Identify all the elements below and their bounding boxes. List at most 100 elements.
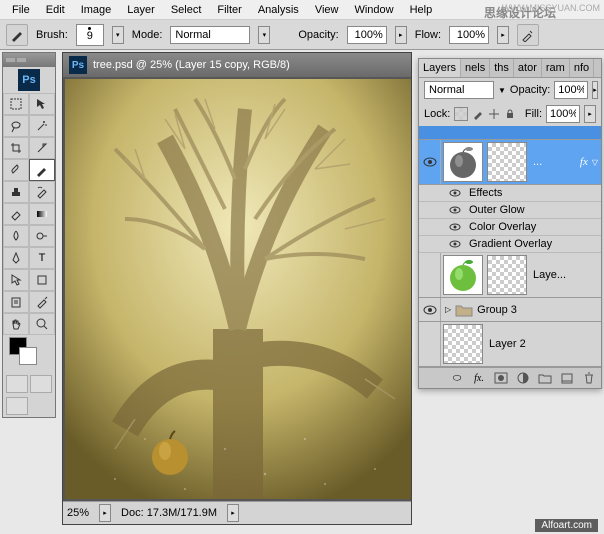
zoom-tool-icon[interactable] [29,313,55,335]
menu-view[interactable]: View [307,2,347,17]
zoom-level[interactable]: 25% [67,507,89,519]
menu-help[interactable]: Help [402,2,441,17]
slice-tool-icon[interactable] [29,137,55,159]
brush-preset[interactable]: 9 [76,24,104,46]
group-name[interactable]: Group 3 [477,304,517,316]
airbrush-icon[interactable] [517,24,539,46]
notes-tool-icon[interactable] [3,291,29,313]
layer-opacity-input[interactable] [554,81,588,99]
visibility-icon[interactable] [419,140,441,184]
layer-row[interactable]: Laye... [419,253,601,298]
eyedropper-tool-icon[interactable] [29,291,55,313]
layer-mask-thumb[interactable] [487,142,527,182]
docinfo-flyout[interactable]: ▸ [227,504,239,522]
tab-paths[interactable]: ths [490,59,514,77]
dodge-tool-icon[interactable] [29,225,55,247]
mode-dropdown[interactable]: ▾ [258,26,270,44]
background-color[interactable] [19,347,37,365]
tab-navigator[interactable]: ator [514,59,542,77]
delete-layer-icon[interactable] [579,370,599,386]
layer-style-icon[interactable]: fx. [469,370,489,386]
document-titlebar[interactable]: Ps tree.psd @ 25% (Layer 15 copy, RGB/8) [63,53,411,77]
standard-mode-icon[interactable] [6,375,28,393]
eraser-tool-icon[interactable] [3,203,29,225]
visibility-icon[interactable] [419,298,441,321]
lock-pixels-icon[interactable] [472,108,484,120]
layer-opacity-fly[interactable]: ▸ [592,81,598,99]
color-swatches[interactable] [3,335,55,373]
layer-group-row[interactable]: ▷ Group 3 [419,298,601,322]
history-brush-icon[interactable] [29,181,55,203]
flow-input[interactable] [449,26,489,44]
canvas-artwork [65,79,411,499]
layer-name[interactable]: Layer 2 [489,338,526,350]
menu-layer[interactable]: Layer [119,2,163,17]
new-group-icon[interactable] [535,370,555,386]
hand-tool-icon[interactable] [3,313,29,335]
menu-analysis[interactable]: Analysis [250,2,307,17]
layer-row[interactable]: Layer 2 [419,322,601,367]
fx-color-overlay[interactable]: Color Overlay [419,219,601,236]
quickmask-mode-icon[interactable] [30,375,52,393]
link-layers-icon[interactable]: ⬭ [447,370,467,386]
brush-tool-icon[interactable] [29,159,55,181]
opacity-input[interactable] [347,26,387,44]
layer-name[interactable]: Laye... [533,269,566,281]
lock-all-icon[interactable] [504,108,516,120]
menu-edit[interactable]: Edit [38,2,73,17]
marquee-tool-icon[interactable] [3,93,29,115]
layer-row[interactable] [419,126,601,140]
screenmode-icon[interactable] [6,397,28,415]
tab-histogram[interactable]: ram [542,59,570,77]
adjustment-layer-icon[interactable] [513,370,533,386]
fx-effects-header[interactable]: Effects [419,185,601,202]
tab-layers[interactable]: Layers [419,59,461,77]
menu-select[interactable]: Select [163,2,210,17]
layer-row-selected[interactable]: ... fx ▽ [419,140,601,185]
gradient-tool-icon[interactable] [29,203,55,225]
fx-outer-glow[interactable]: Outer Glow [419,202,601,219]
pen-tool-icon[interactable] [3,247,29,269]
blur-tool-icon[interactable] [3,225,29,247]
menu-image[interactable]: Image [73,2,120,17]
layer-blend-select[interactable]: Normal [424,81,494,99]
tab-channels[interactable]: nels [461,59,490,77]
zoom-flyout[interactable]: ▸ [99,504,111,522]
canvas-area[interactable] [63,77,411,501]
fx-gradient-overlay[interactable]: Gradient Overlay [419,236,601,253]
lock-position-icon[interactable] [488,108,500,120]
lasso-tool-icon[interactable] [3,115,29,137]
layer-thumb[interactable] [443,255,483,295]
new-layer-icon[interactable] [557,370,577,386]
layer-thumb[interactable] [443,324,483,364]
move-tool-icon[interactable] [29,93,55,115]
shape-tool-icon[interactable] [29,269,55,291]
lock-transparent-icon[interactable] [454,107,468,121]
expand-icon[interactable]: ▷ [445,305,451,314]
layer-mask-icon[interactable] [491,370,511,386]
fill-fly[interactable]: ▸ [584,105,596,123]
menu-file[interactable]: File [4,2,38,17]
type-tool-icon[interactable]: T [29,247,55,269]
menu-filter[interactable]: Filter [209,2,249,17]
visibility-icon[interactable] [419,322,441,366]
path-select-icon[interactable] [3,269,29,291]
folder-icon [455,303,473,317]
crop-tool-icon[interactable] [3,137,29,159]
fx-badge[interactable]: fx [580,156,588,168]
visibility-icon[interactable] [419,253,441,297]
toolbox-header[interactable] [3,53,55,67]
brush-dropdown[interactable]: ▾ [112,26,124,44]
layer-thumb[interactable] [443,142,483,182]
heal-tool-icon[interactable] [3,159,29,181]
flow-flyout[interactable]: ▸ [497,26,509,44]
menu-window[interactable]: Window [346,2,401,17]
wand-tool-icon[interactable] [29,115,55,137]
fill-input[interactable] [546,105,580,123]
opacity-flyout[interactable]: ▸ [395,26,407,44]
tab-info[interactable]: nfo [570,59,594,77]
layer-mask-thumb[interactable] [487,255,527,295]
blend-mode-select[interactable]: Normal [170,26,250,44]
brush-tool-icon[interactable] [6,24,28,46]
stamp-tool-icon[interactable] [3,181,29,203]
